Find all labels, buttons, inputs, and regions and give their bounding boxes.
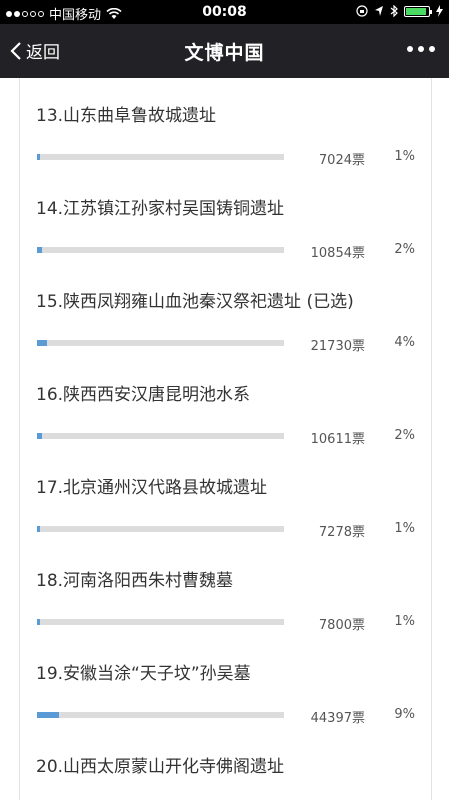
vote-count: 10611票 (310, 432, 365, 447)
item-title: 14.江苏镇江孙家村吴国铸铜遗址 (36, 199, 285, 219)
vote-percent: 9% (394, 707, 415, 722)
list-item[interactable]: 20.山西太原蒙山开化寺佛阁遗址 (20, 729, 431, 800)
vote-count: 7024票 (318, 153, 365, 168)
vote-percent: 1% (394, 521, 415, 536)
vote-percent: 4% (394, 335, 415, 350)
bluetooth-icon (390, 5, 398, 17)
vote-count: 10854票 (310, 246, 365, 261)
list-item[interactable]: 16.陕西西安汉唐昆明池水系 10611票 2% (20, 357, 431, 450)
progress-bar (37, 340, 284, 346)
item-title: 18.河南洛阳西朱村曹魏墓 (36, 571, 234, 591)
progress-bar-fill (37, 619, 40, 625)
progress-bar (37, 433, 284, 439)
list-item[interactable]: 13.山东曲阜鲁故城遗址 7024票 1% (20, 78, 431, 171)
vote-results-list: 13.山东曲阜鲁故城遗址 7024票 1% 14.江苏镇江孙家村吴国铸铜遗址 10854… (19, 78, 432, 800)
vote-count: 7800票 (318, 618, 365, 633)
rotation-lock-icon (356, 5, 368, 17)
progress-bar-fill (37, 526, 40, 532)
list-item[interactable]: 15.陕西凤翔雍山血池秦汉祭祀遗址 (已选) 21730票 4% (20, 264, 431, 357)
item-title: 17.北京通州汉代路县故城遗址 (36, 478, 268, 498)
vote-percent: 2% (394, 428, 415, 443)
vote-count: 7278票 (318, 525, 365, 540)
charging-icon (436, 5, 443, 17)
progress-bar-fill (37, 247, 42, 253)
vote-percent: 1% (394, 614, 415, 629)
vote-count: 44397票 (310, 711, 365, 726)
item-title: 15.陕西凤翔雍山血池秦汉祭祀遗址 (已选) (36, 292, 354, 312)
page-title: 文博中国 (184, 42, 265, 64)
item-title: 19.安徽当涂“天子坟”孙吴墓 (36, 664, 251, 684)
vote-percent: 1% (394, 149, 415, 164)
list-item[interactable]: 18.河南洛阳西朱村曹魏墓 7800票 1% (20, 543, 431, 636)
progress-bar (37, 154, 284, 160)
more-options-icon[interactable] (407, 46, 435, 52)
progress-bar (37, 247, 284, 253)
progress-bar-fill (37, 433, 42, 439)
vote-percent: 2% (394, 242, 415, 257)
progress-bar-fill (37, 712, 59, 718)
list-item[interactable]: 17.北京通州汉代路县故城遗址 7278票 1% (20, 450, 431, 543)
progress-bar-fill (37, 340, 47, 346)
list-item[interactable]: 19.安徽当涂“天子坟”孙吴墓 44397票 9% (20, 636, 431, 729)
progress-bar (37, 526, 284, 532)
item-title: 16.陕西西安汉唐昆明池水系 (36, 385, 251, 405)
item-title: 13.山东曲阜鲁故城遗址 (36, 106, 217, 126)
navigation-bar: 返回 文博中国 (0, 24, 449, 78)
item-title: 20.山西太原蒙山开化寺佛阁遗址 (36, 757, 285, 777)
list-item[interactable]: 14.江苏镇江孙家村吴国铸铜遗址 10854票 2% (20, 171, 431, 264)
battery-icon (404, 5, 432, 17)
progress-bar (37, 619, 284, 625)
location-icon (375, 6, 383, 16)
progress-bar-fill (37, 154, 40, 160)
progress-bar (37, 712, 284, 718)
vote-count: 21730票 (310, 339, 365, 354)
status-right (356, 5, 443, 17)
status-bar: 中国移动 00:08 (0, 0, 449, 24)
